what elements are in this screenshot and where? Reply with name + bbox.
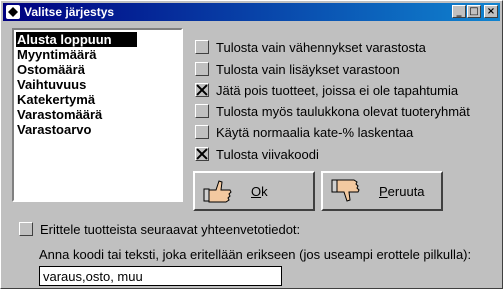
checkbox[interactable] xyxy=(195,40,209,54)
sort-option[interactable]: Alusta loppuun xyxy=(16,32,137,47)
close-button[interactable]: × xyxy=(484,5,498,18)
maximize-button[interactable]: □ xyxy=(467,5,481,18)
checkbox[interactable] xyxy=(195,147,209,161)
ok-label: Ok xyxy=(251,184,268,199)
thumbs-down-hand-icon xyxy=(331,179,361,203)
sort-option[interactable]: Katekertymä xyxy=(16,92,137,107)
option-label: Tulosta vain vähennykset varastosta xyxy=(216,40,426,55)
option-label: Jätä pois tuotteet, joissa ei ole tapaht… xyxy=(216,83,459,98)
code-input[interactable] xyxy=(39,266,282,286)
dialog-window: Valitse järjestys _ □ × Alusta loppuun M… xyxy=(0,0,503,289)
window-title: Valitse järjestys xyxy=(24,5,115,19)
cancel-button[interactable]: Peruuta xyxy=(321,171,443,211)
sort-option[interactable]: Varastomäärä xyxy=(16,107,137,122)
sort-option[interactable]: Vaihtuvuus xyxy=(16,77,137,92)
sort-option[interactable]: Varastoarvo xyxy=(16,122,137,137)
option-label: Erittele tuotteista seuraavat yhteenveto… xyxy=(40,222,301,237)
title-bar[interactable]: Valitse järjestys _ □ × xyxy=(3,3,500,21)
option-label: Tulosta vain lisäykset varastoon xyxy=(216,62,400,77)
cancel-label: Peruuta xyxy=(379,184,425,199)
app-icon xyxy=(6,5,20,19)
thumbs-up-hand-icon xyxy=(203,179,233,203)
checkbox[interactable] xyxy=(195,62,209,76)
checkbox[interactable] xyxy=(195,104,209,118)
sort-order-listbox[interactable]: Alusta loppuun Myyntimäärä Ostomäärä Vai… xyxy=(12,28,183,202)
code-field-label: Anna koodi tai teksti, joka eritellään e… xyxy=(39,247,472,262)
sort-option[interactable]: Ostomäärä xyxy=(16,62,137,77)
option-label: Tulosta viivakoodi xyxy=(216,147,319,162)
option-label: Tulosta myös taulukkona olevat tuoteryhm… xyxy=(216,104,470,119)
minimize-button[interactable]: _ xyxy=(452,5,466,18)
option-label: Käytä normaalia kate-% laskentaa xyxy=(216,125,414,140)
sort-option[interactable]: Myyntimäärä xyxy=(16,47,137,62)
checkbox[interactable] xyxy=(195,125,209,139)
checkbox[interactable] xyxy=(19,222,33,236)
ok-button[interactable]: Ok xyxy=(193,171,315,211)
checkbox[interactable] xyxy=(195,83,209,97)
